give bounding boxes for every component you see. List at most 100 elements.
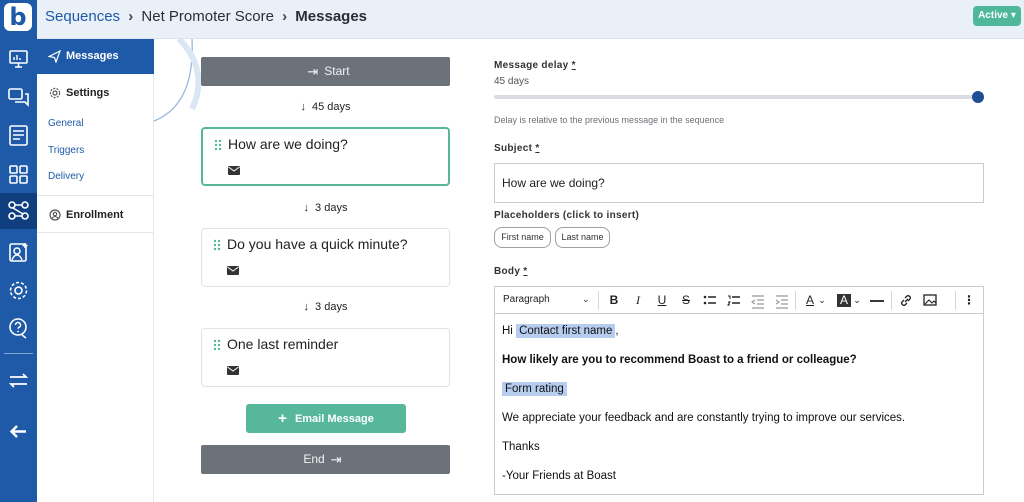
toolbar-divider [891,291,892,310]
help-icon[interactable] [5,315,32,342]
delay-slider-handle[interactable] [972,91,984,103]
start-label: Start [324,64,350,78]
sidebar-item-triggers[interactable]: Triggers [48,145,84,156]
contact-first-name-tag[interactable]: Contact first name [516,324,616,338]
body-signoff: -Your Friends at Boast [502,470,616,482]
apps-icon[interactable] [5,161,32,188]
subject-label: Subject * [494,143,540,154]
drag-handle-icon[interactable] [213,339,221,351]
bullet-list-icon[interactable] [703,292,717,309]
underline-icon[interactable]: U [655,292,669,309]
settings-icon[interactable] [5,277,32,304]
body-appreciation: We appreciate your feedback and are cons… [502,412,906,424]
plus-icon: + [278,410,287,427]
form-rating-tag[interactable]: Form rating [502,382,567,396]
delay-slider-track[interactable] [494,95,978,99]
body-greeting-line: Hi Contact first name, [502,324,619,338]
message-delay-label: Message delay * [494,60,576,71]
sidebar-item-label: Messages [66,50,119,62]
send-icon [48,50,61,63]
drag-handle-icon[interactable] [214,139,222,151]
end-button[interactable]: End ⇥ [201,445,450,474]
message-card[interactable]: How are we doing? [201,127,450,186]
editor-toolbar: Paragraph ⌄ B I U S A ⌄ A ⌄ ⋮ [495,287,983,314]
delay-indicator: ↓ 45 days [201,101,450,113]
sequences-icon[interactable] [0,193,37,229]
body-thanks: Thanks [502,441,540,453]
sidebar-divider [37,232,154,233]
numbered-list-icon[interactable] [727,292,741,309]
end-label: End [303,452,325,466]
link-icon[interactable] [899,292,913,309]
outdent-icon[interactable] [751,292,765,309]
sidebar-item-general[interactable]: General [48,118,84,129]
delay-label: 45 days [311,101,351,113]
body-editor[interactable]: Paragraph ⌄ B I U S A ⌄ A ⌄ ⋮ Hi Contact… [494,286,984,495]
contacts-icon[interactable] [5,239,32,266]
add-email-message-button[interactable]: + Email Message [246,404,406,433]
indent-icon[interactable] [775,292,789,309]
arrow-down-icon: ↓ [303,301,310,313]
message-delay-value: 45 days [494,76,530,87]
delay-hint: Delay is relative to the previous messag… [494,115,725,125]
placeholders-label: Placeholders (click to insert) [494,210,640,221]
breadcrumb-sequences[interactable]: Sequences [45,8,120,25]
breadcrumb-separator: › [128,8,134,25]
bold-icon[interactable]: B [607,292,621,309]
boast-logo[interactable]: b [4,3,32,31]
placeholder-chip-first-name[interactable]: First name [494,227,551,248]
strikethrough-icon[interactable]: S [679,292,693,309]
placeholder-chip-last-name[interactable]: Last name [555,227,610,248]
required-marker: * [535,143,540,154]
forms-icon[interactable] [5,122,32,149]
add-button-label: Email Message [294,413,374,425]
message-card[interactable]: One last reminder [201,328,450,387]
image-icon[interactable] [923,292,937,309]
sidebar-item-enrollment[interactable]: Enrollment [66,209,123,221]
sidebar-item-messages[interactable]: Messages [37,39,154,74]
sign-out-icon: ⇥ [330,452,342,468]
gear-icon [49,87,61,99]
text-color-icon[interactable]: A [803,292,817,309]
body-rating-line: Form rating [502,382,567,396]
sequence-sidebar: Messages Settings General Triggers Deliv… [37,39,154,502]
sidebar-item-settings[interactable]: Settings [66,87,109,99]
breadcrumb: Sequences › Net Promoter Score › Message… [45,8,367,25]
drag-handle-icon[interactable] [213,239,221,251]
block-format-select[interactable]: Paragraph [503,294,550,305]
top-header: Sequences › Net Promoter Score › Message… [37,0,1024,39]
user-circle-icon [49,209,61,221]
breadcrumb-sequence-name[interactable]: Net Promoter Score [141,8,274,25]
greeting-text: Hi [502,325,513,337]
arrow-down-icon: ↓ [300,101,306,113]
horizontal-rule-icon[interactable] [869,292,885,309]
dashboard-icon[interactable] [5,45,32,72]
app-rail: b [0,0,37,502]
transfer-icon[interactable] [5,367,32,394]
sign-in-icon: ⇥ [307,64,319,80]
message-card[interactable]: Do you have a quick minute? [201,228,450,287]
chevron-down-icon[interactable]: ⌄ [818,292,826,309]
chevron-down-icon[interactable]: ⌄ [582,294,590,305]
sidebar-item-delivery[interactable]: Delivery [48,171,84,182]
arrow-down-icon: ↓ [303,202,310,214]
envelope-icon [227,366,239,375]
start-button[interactable]: ⇥ Start [201,57,450,86]
highlight-color-icon[interactable]: A [837,294,851,307]
chevron-down-icon: ▾ [1010,10,1016,21]
chevron-down-icon[interactable]: ⌄ [853,292,861,309]
toolbar-divider [598,291,599,310]
more-options-icon[interactable]: ⋮ [963,292,975,309]
breadcrumb-current: Messages [295,8,368,25]
chat-icon[interactable] [5,84,32,111]
toolbar-divider [795,291,796,310]
delay-indicator: ↓ 3 days [201,301,450,313]
status-dropdown[interactable]: Active ▾ [973,6,1021,26]
envelope-icon [227,266,239,275]
italic-icon[interactable]: I [631,292,645,309]
required-marker: * [571,60,576,71]
envelope-icon [228,166,240,175]
back-arrow-icon[interactable] [5,418,32,445]
subject-input[interactable] [494,163,984,203]
message-title: One last reminder [227,336,339,352]
